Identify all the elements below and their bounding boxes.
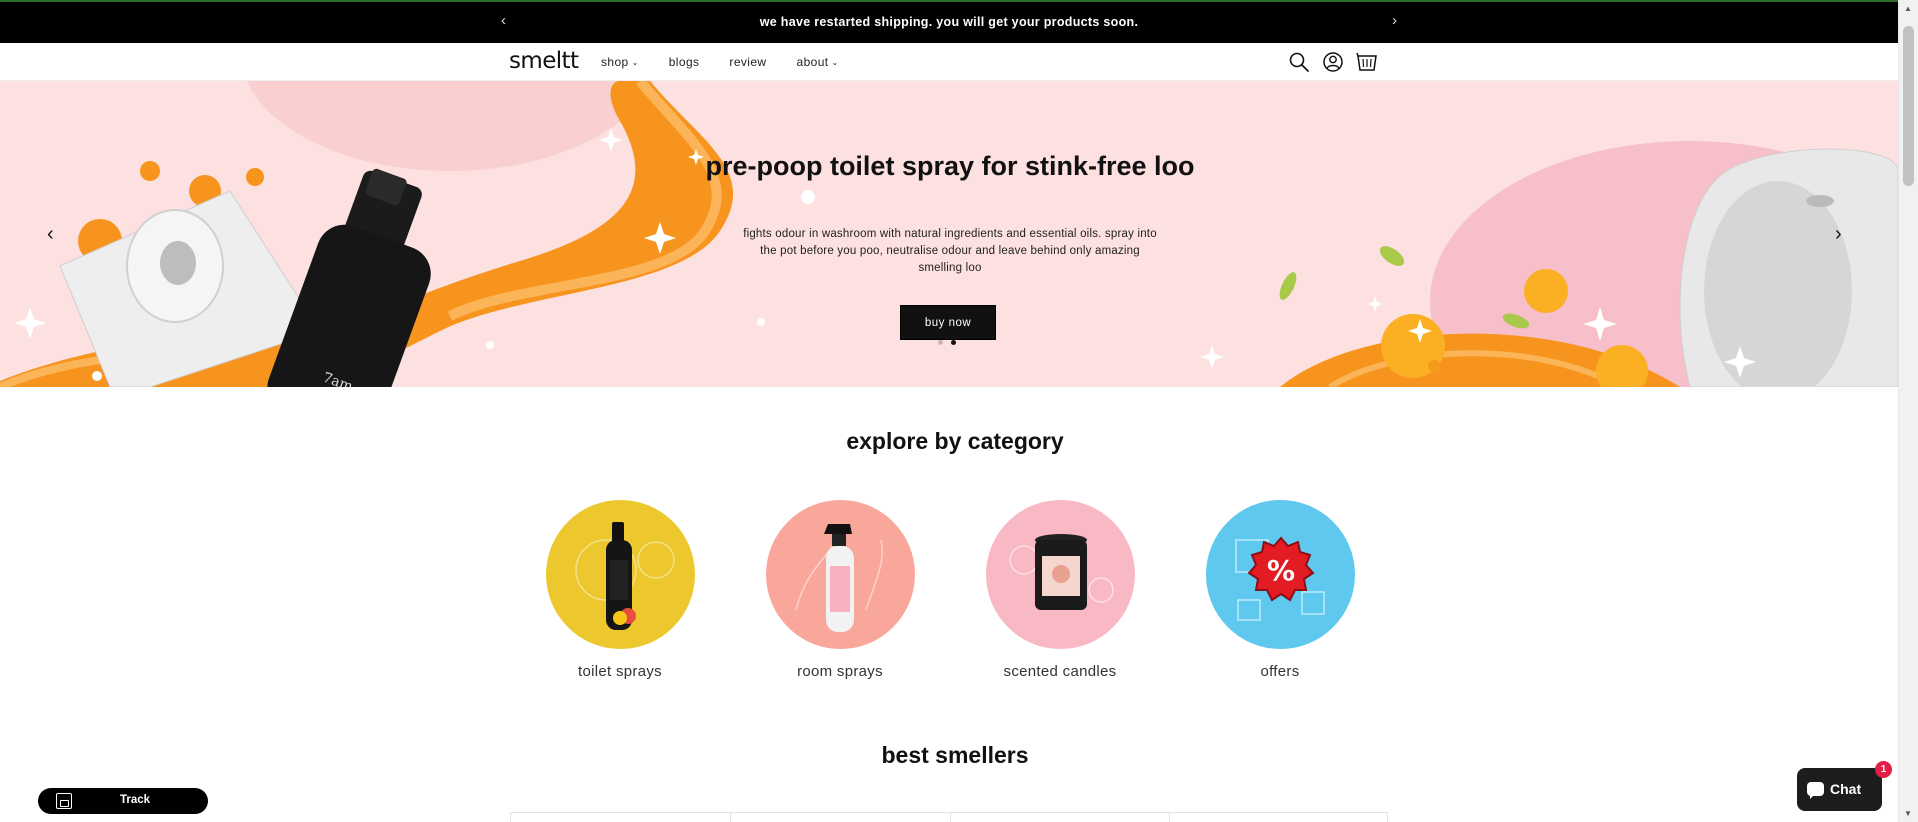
scroll-down-arrow[interactable]: ▼ xyxy=(1904,809,1912,818)
best-smellers-title: best smellers xyxy=(881,742,1029,768)
nav-item-review[interactable]: review xyxy=(729,55,766,69)
category-list: toilet sprays room sprays scented candle… xyxy=(545,500,1355,700)
decor-leaf xyxy=(1279,272,1297,300)
main-nav: shop ⌄ blogs review about ⌄ xyxy=(601,55,869,69)
category-room-sprays[interactable]: room sprays xyxy=(765,500,915,680)
decor-splash xyxy=(246,168,264,186)
category-image: % xyxy=(1205,500,1355,649)
announcement-next-arrow[interactable]: › xyxy=(1392,12,1397,29)
category-image xyxy=(765,500,915,649)
category-offers[interactable]: % offers xyxy=(1205,500,1355,680)
category-image xyxy=(545,500,695,649)
category-label: offers xyxy=(1260,663,1300,680)
category-image xyxy=(985,500,1135,649)
account-icon[interactable] xyxy=(1322,51,1344,73)
decor-shape xyxy=(246,81,654,171)
spray-bottle-image: 7am xyxy=(267,168,431,387)
category-label: scented candles xyxy=(1003,663,1117,680)
chevron-down-icon: ⌄ xyxy=(631,58,639,67)
category-label: toilet sprays xyxy=(578,663,662,680)
decor-orange xyxy=(1524,269,1568,313)
site-header: smeltt shop ⌄ blogs review about ⌄ xyxy=(0,43,1898,81)
buy-now-button[interactable]: buy now xyxy=(900,305,996,340)
scrollbar-thumb[interactable] xyxy=(1903,26,1914,186)
scroll-up-arrow[interactable]: ▲ xyxy=(1904,4,1912,13)
toilet-image xyxy=(1679,148,1898,387)
hero-title: pre-poop toilet spray for stink-free loo xyxy=(705,151,1195,181)
nav-item-label: blogs xyxy=(668,55,700,69)
decor-leaf xyxy=(1379,246,1405,266)
chat-button[interactable]: Chat 1 xyxy=(1797,761,1892,811)
site-logo[interactable]: smeltt xyxy=(509,48,579,74)
product-grid xyxy=(510,812,1388,822)
chat-notification-badge: 1 xyxy=(1875,761,1892,778)
nav-item-label: shop xyxy=(601,55,629,69)
hero-subtitle: fights odour in washroom with natural in… xyxy=(743,228,1157,274)
hero-prev-arrow[interactable]: ‹ xyxy=(47,223,54,246)
header-icons xyxy=(1288,51,1378,73)
chat-bubble-icon xyxy=(1807,782,1824,799)
track-order-button[interactable]: Track xyxy=(38,788,208,814)
track-label: Track xyxy=(120,794,151,806)
category-toilet-sprays[interactable]: toilet sprays xyxy=(545,500,695,680)
decor-splash xyxy=(140,161,160,181)
cart-icon[interactable] xyxy=(1356,51,1378,73)
nav-item-about[interactable]: about ⌄ xyxy=(797,55,839,69)
category-section-title: explore by category xyxy=(846,428,1064,454)
hero-banner: 7am ‹ › pre-poop toilet spray for stink-… xyxy=(0,81,1898,387)
slide-dot-active[interactable] xyxy=(951,340,956,345)
category-scented-candles[interactable]: scented candles xyxy=(985,500,1135,680)
search-icon[interactable] xyxy=(1288,51,1310,73)
nav-item-label: review xyxy=(729,55,767,69)
chat-label: Chat xyxy=(1830,781,1862,797)
nav-item-blogs[interactable]: blogs xyxy=(669,55,700,69)
page-scrollbar[interactable]: ▲ ▼ xyxy=(1898,0,1918,822)
nav-item-shop[interactable]: shop ⌄ xyxy=(601,55,639,69)
svg-text:%: % xyxy=(1266,554,1294,587)
slide-dot[interactable] xyxy=(938,340,943,345)
chevron-down-icon: ⌄ xyxy=(831,58,839,67)
category-label: room sprays xyxy=(797,663,883,680)
hero-slide-dots xyxy=(938,340,956,345)
nav-item-label: about xyxy=(796,55,829,69)
announcement-bar: ‹ we have restarted shipping. you will g… xyxy=(0,0,1898,43)
track-icon xyxy=(56,793,72,809)
hero-next-arrow[interactable]: › xyxy=(1835,223,1842,246)
announcement-text: we have restarted shipping. you will get… xyxy=(759,15,1139,29)
